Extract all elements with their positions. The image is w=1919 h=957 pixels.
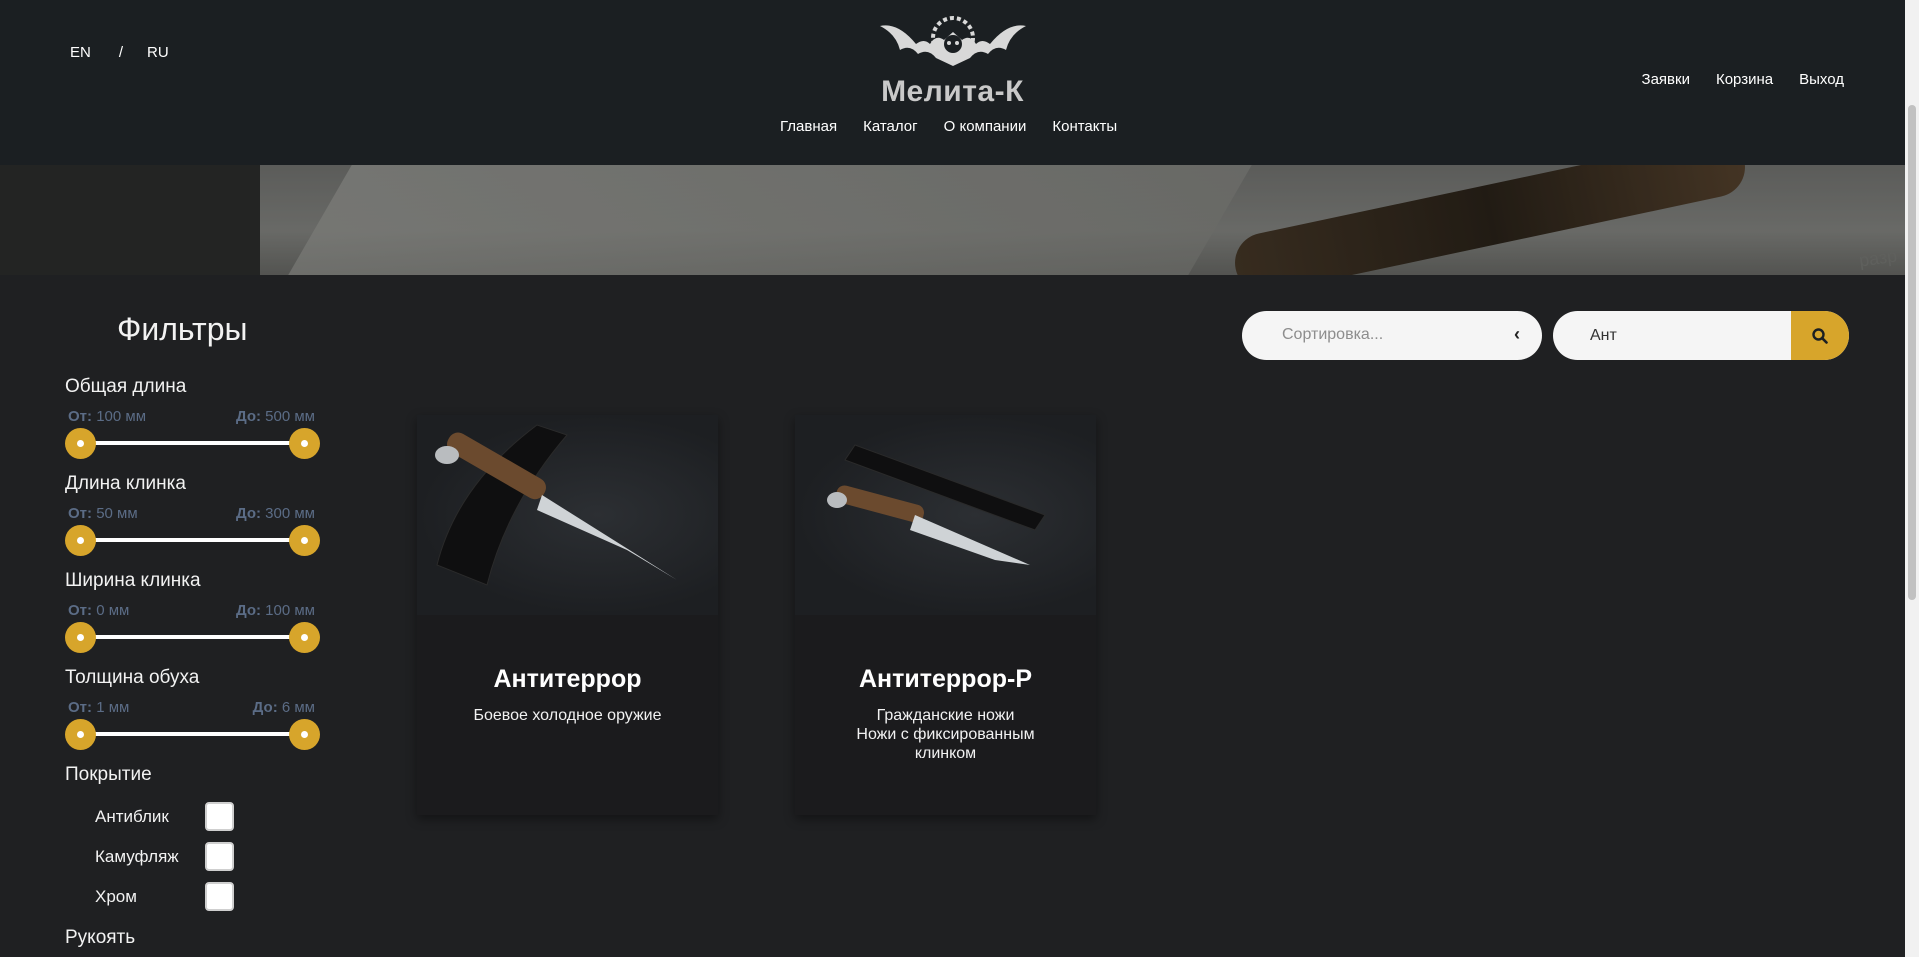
- checkbox[interactable]: [205, 842, 234, 871]
- search-input[interactable]: [1553, 311, 1791, 360]
- product-image: [417, 415, 718, 615]
- user-nav: Заявки Корзина Выход: [1642, 71, 1844, 88]
- range-min-handle[interactable]: [65, 428, 96, 459]
- filter-blade-length: Длина клинка От: 50 мм До: 300 мм: [65, 473, 325, 556]
- range-values: От: 0 мм До: 100 мм: [68, 602, 315, 619]
- product-name: Антитеррор: [493, 665, 642, 693]
- checkbox[interactable]: [205, 802, 234, 831]
- lang-ru-link[interactable]: RU: [147, 44, 169, 61]
- product-card[interactable]: Антитеррор Боевое холодное оружие: [417, 415, 718, 815]
- scrollbar-thumb[interactable]: [1908, 105, 1916, 600]
- filters-title: Фильтры: [117, 311, 248, 347]
- checkbox-label: Хром: [95, 886, 137, 906]
- filter-spine-thickness: Толщина обуха От: 1 мм До: 6 мм: [65, 667, 325, 750]
- handle-filter-title: Рукоять: [65, 927, 136, 948]
- range-values: От: 50 мм До: 300 мм: [68, 505, 315, 522]
- language-switcher: EN / RU: [70, 44, 169, 61]
- checkbox[interactable]: [205, 882, 234, 911]
- range-values: От: 100 мм До: 500 мм: [68, 408, 315, 425]
- range-slider: [65, 525, 320, 556]
- product-image: [795, 415, 1096, 615]
- range-max-handle[interactable]: [289, 719, 320, 750]
- lang-en-link[interactable]: EN: [70, 44, 91, 61]
- range-max-handle[interactable]: [289, 622, 320, 653]
- chevron-left-icon: ‹: [1514, 324, 1520, 344]
- cover-filter-title: Покрытие: [65, 764, 152, 785]
- cover-option-antiglare: Антиблик: [95, 802, 234, 831]
- nav-cart[interactable]: Корзина: [1716, 71, 1773, 88]
- filter-label: Длина клинка: [65, 473, 186, 494]
- range-max-handle[interactable]: [289, 428, 320, 459]
- product-category: Боевое холодное оружие: [473, 707, 662, 724]
- cover-option-chrome: Хром: [95, 882, 234, 911]
- search-button[interactable]: [1791, 311, 1849, 360]
- logo-text: Мелита-К: [881, 75, 1024, 108]
- filter-label: Общая длина: [65, 376, 187, 397]
- product-name: Антитеррор-Р: [859, 665, 1032, 693]
- site-logo[interactable]: Мелита-К: [870, 14, 1035, 109]
- nav-requests[interactable]: Заявки: [1642, 71, 1690, 88]
- range-min-handle[interactable]: [65, 719, 96, 750]
- filter-label: Ширина клинка: [65, 570, 201, 591]
- product-category: Гражданские ножи Ножи с фиксированным кл…: [856, 707, 1035, 762]
- range-min-handle[interactable]: [65, 622, 96, 653]
- filter-total-length: Общая длина От: 100 мм До: 500 мм: [65, 376, 325, 459]
- sort-placeholder: Сортировка...: [1282, 326, 1384, 343]
- range-min-handle[interactable]: [65, 525, 96, 556]
- checkbox-label: Камуфляж: [95, 846, 179, 866]
- nav-logout[interactable]: Выход: [1799, 71, 1844, 88]
- checkbox-label: Антиблик: [95, 806, 169, 826]
- filter-label: Толщина обуха: [65, 667, 200, 688]
- lang-separator: /: [118, 44, 124, 61]
- range-slider: [65, 428, 320, 459]
- cover-option-camo: Камуфляж: [95, 842, 234, 871]
- nav-about[interactable]: О компании: [944, 118, 1027, 135]
- range-slider: [65, 622, 320, 653]
- range-values: От: 1 мм До: 6 мм: [68, 699, 315, 716]
- search-bar: [1553, 311, 1849, 360]
- hero-banner: разр: [0, 165, 1905, 275]
- bat-logo-icon: [879, 16, 1026, 67]
- filter-blade-width: Ширина клинка От: 0 мм До: 100 мм: [65, 570, 325, 653]
- page-scrollbar[interactable]: [1905, 0, 1919, 957]
- search-icon: [1812, 327, 1828, 344]
- site-header: EN / RU Мелита-К Главная Каталог О компа…: [0, 0, 1905, 165]
- sort-dropdown[interactable]: Сортировка... ‹: [1242, 311, 1542, 360]
- nav-home[interactable]: Главная: [780, 118, 837, 135]
- nav-contacts[interactable]: Контакты: [1052, 118, 1117, 135]
- nav-catalog[interactable]: Каталог: [863, 118, 918, 135]
- main-nav: Главная Каталог О компании Контакты: [780, 118, 1117, 135]
- range-max-handle[interactable]: [289, 525, 320, 556]
- product-card[interactable]: Антитеррор-Р Гражданские ножи Ножи с фик…: [795, 415, 1096, 815]
- range-slider: [65, 719, 320, 750]
